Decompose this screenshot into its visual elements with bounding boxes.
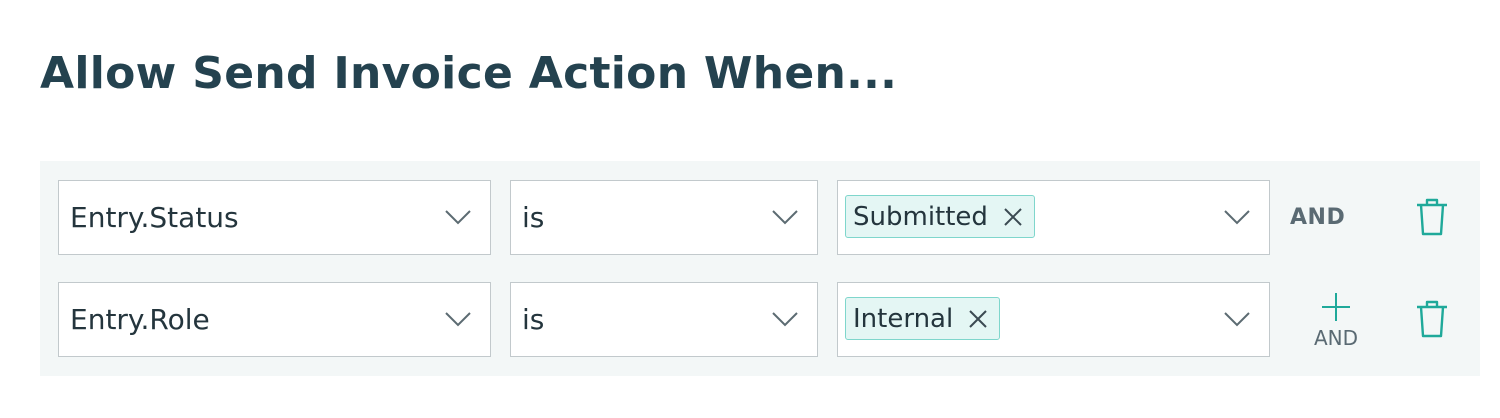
and-connector-label: AND	[1290, 205, 1346, 230]
add-and-condition-button[interactable]: AND	[1308, 292, 1364, 352]
condition-row: Entry.Role is Internal AND	[58, 282, 1478, 357]
plus-icon	[1322, 293, 1350, 321]
condition-row: Entry.Status is Submitted AND	[58, 180, 1478, 255]
chevron-down-icon	[445, 210, 471, 225]
trash-icon[interactable]	[1414, 299, 1450, 339]
operator-select[interactable]: is	[510, 282, 818, 357]
conditions-panel: Entry.Status is Submitted AND Entry.Role…	[40, 161, 1480, 376]
field-select-value: Entry.Status	[70, 201, 239, 234]
close-icon[interactable]	[967, 308, 989, 330]
chevron-down-icon	[772, 210, 798, 225]
value-chip-label: Internal	[853, 303, 954, 334]
field-select-value: Entry.Role	[70, 303, 210, 336]
trash-icon[interactable]	[1414, 197, 1450, 237]
close-icon[interactable]	[1002, 206, 1024, 228]
chevron-down-icon	[772, 312, 798, 327]
chevron-down-icon	[1224, 210, 1250, 225]
value-multiselect[interactable]: Submitted	[837, 180, 1270, 255]
value-multiselect[interactable]: Internal	[837, 282, 1270, 357]
operator-select-value: is	[522, 201, 545, 234]
chevron-down-icon	[445, 312, 471, 327]
field-select[interactable]: Entry.Role	[58, 282, 491, 357]
chevron-down-icon	[1224, 312, 1250, 327]
page-title: Allow Send Invoice Action When...	[40, 48, 898, 99]
page: Allow Send Invoice Action When... Entry.…	[0, 0, 1500, 418]
value-chip: Internal	[845, 297, 1001, 340]
field-select[interactable]: Entry.Status	[58, 180, 491, 255]
value-chip: Submitted	[845, 195, 1035, 238]
value-chip-label: Submitted	[853, 201, 988, 232]
operator-select-value: is	[522, 303, 545, 336]
add-and-label: AND	[1313, 326, 1359, 350]
operator-select[interactable]: is	[510, 180, 818, 255]
